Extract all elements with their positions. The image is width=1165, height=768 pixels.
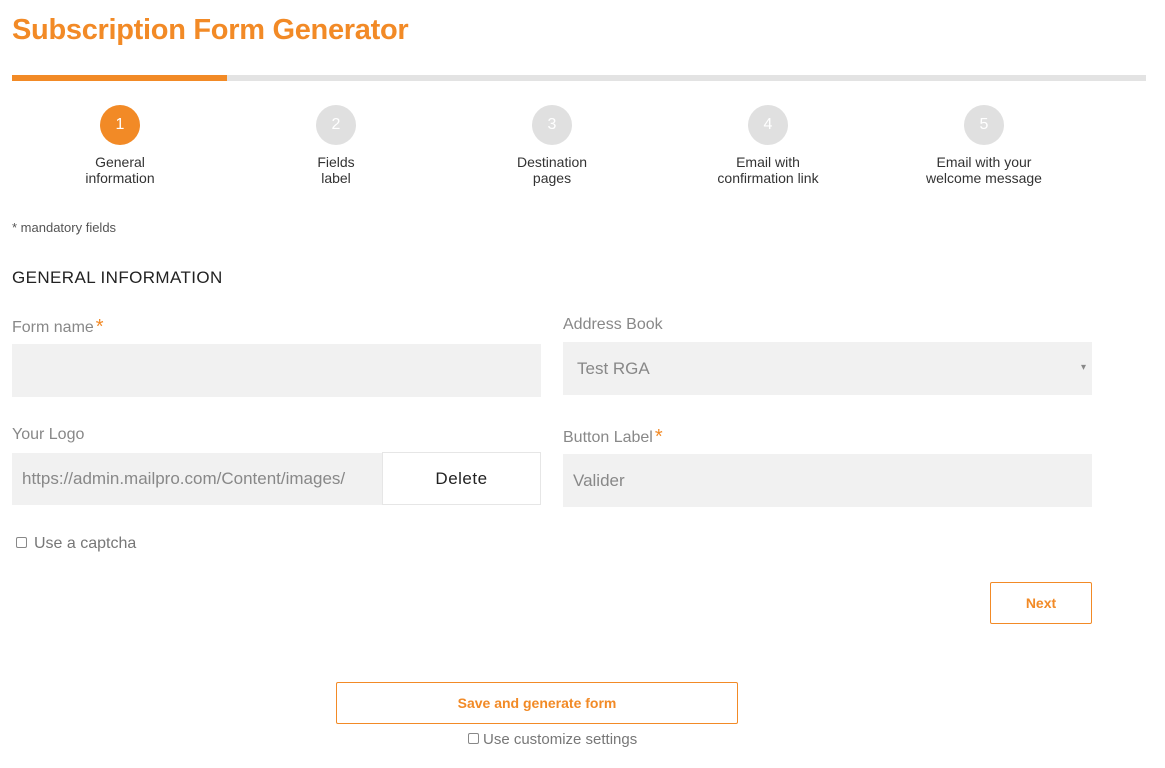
required-marker: * — [654, 426, 663, 448]
step-email-welcome[interactable]: 5 Email with your welcome message — [884, 105, 1084, 186]
step-fields-label[interactable]: 2 Fields label — [236, 105, 436, 186]
step-label-line: confirmation link — [717, 170, 819, 186]
progress-bar — [12, 75, 1146, 81]
step-destination-pages[interactable]: 3 Destination pages — [452, 105, 652, 186]
captcha-option: Use a captcha — [16, 535, 136, 553]
step-label-line: General — [95, 154, 145, 170]
save-generate-form-button[interactable]: Save and generate form — [336, 682, 738, 724]
step-label-line: Email with your — [936, 154, 1032, 170]
form-name-label-text: Form name — [12, 319, 94, 336]
step-label-line: information — [85, 170, 155, 186]
button-label-input[interactable]: Valider — [563, 454, 1092, 507]
form-name-input[interactable] — [12, 344, 541, 397]
address-book-label: Address Book — [563, 316, 663, 333]
button-label-label-text: Button Label — [563, 429, 653, 446]
address-book-select[interactable]: Test RGA ▾ — [563, 342, 1092, 395]
step-label-line: Email with — [736, 154, 800, 170]
step-label: Fields label — [236, 154, 436, 186]
logo-url-input[interactable]: https://admin.mailpro.com/Content/images… — [12, 453, 382, 505]
customize-settings-option: Use customize settings — [468, 731, 637, 748]
mandatory-fields-note: * mandatory fields — [12, 220, 117, 235]
customize-settings-checkbox[interactable] — [468, 733, 479, 745]
section-title: GENERAL INFORMATION — [12, 268, 223, 287]
step-label: Email with your welcome message — [884, 154, 1084, 186]
step-label-line: welcome message — [926, 170, 1042, 186]
step-general-information[interactable]: 1 General information — [20, 105, 220, 186]
step-number-badge: 5 — [964, 105, 1004, 145]
logo-label: Your Logo — [12, 426, 85, 443]
captcha-label: Use a captcha — [34, 535, 137, 552]
step-number-badge: 2 — [316, 105, 356, 145]
step-label: Email with confirmation link — [668, 154, 868, 186]
customize-settings-label: Use customize settings — [483, 731, 638, 748]
step-label: General information — [20, 154, 220, 186]
progress-bar-fill — [12, 75, 228, 81]
page-title: Subscription Form Generator — [12, 14, 409, 46]
form-name-label: Form name * — [12, 316, 104, 339]
step-label-line: Destination — [516, 154, 588, 170]
delete-logo-button[interactable]: Delete — [382, 452, 541, 505]
step-email-confirmation[interactable]: 4 Email with confirmation link — [668, 105, 868, 186]
chevron-down-icon: ▾ — [1080, 362, 1086, 373]
captcha-checkbox[interactable] — [16, 536, 27, 548]
step-number-badge: 1 — [100, 105, 140, 145]
required-marker: * — [95, 316, 104, 338]
step-label-line: Fields — [317, 154, 355, 170]
address-book-selected-value: Test RGA — [577, 358, 650, 378]
step-number-badge: 4 — [748, 105, 788, 145]
button-label-label: Button Label * — [563, 426, 663, 449]
step-label-line: pages — [532, 170, 572, 186]
step-label: Destination pages — [452, 154, 652, 186]
step-number-badge: 3 — [532, 105, 572, 145]
next-button[interactable]: Next — [990, 582, 1092, 624]
step-label-line: label — [321, 170, 351, 186]
